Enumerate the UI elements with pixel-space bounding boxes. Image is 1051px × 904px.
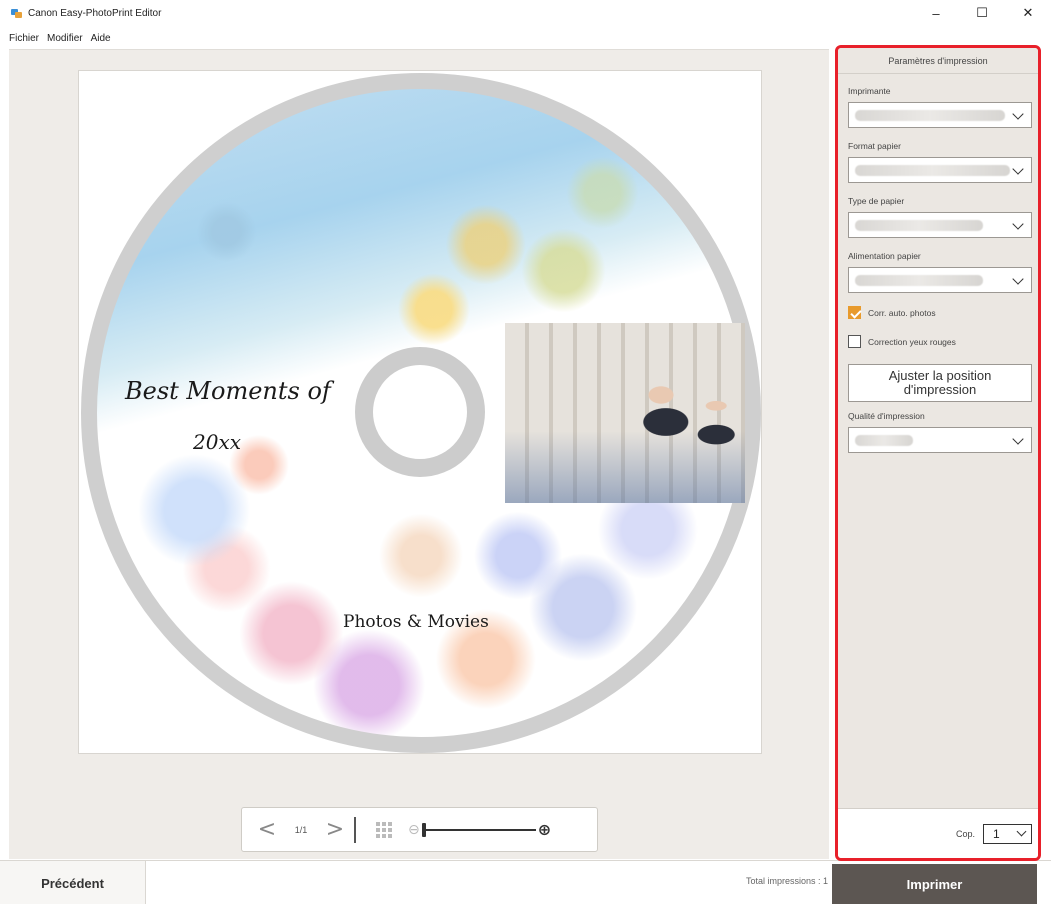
print-quality-value-blurred (855, 435, 913, 446)
chevron-down-icon (1012, 433, 1024, 445)
prev-page-button[interactable]: < (248, 818, 286, 841)
paper-type-label: Type de papier (848, 196, 905, 206)
printer-select[interactable] (848, 102, 1032, 128)
disc-title-line1[interactable]: Best Moments of (125, 377, 331, 405)
paper-source-select[interactable] (848, 267, 1032, 293)
navigator-divider (354, 816, 356, 843)
red-eye-label: Correction yeux rouges (868, 336, 956, 347)
copies-label: Cop. (955, 828, 975, 839)
disc-center-hole (355, 347, 485, 477)
copies-select[interactable]: 1 (983, 823, 1032, 844)
bottom-bar: Précédent Total impressions : 1 Imprimer (0, 860, 1051, 904)
paper-size-select[interactable] (848, 157, 1032, 183)
menu-bar: Fichier Modifier Aide (0, 30, 111, 46)
chevron-down-icon (1012, 163, 1024, 175)
paper-source-label: Alimentation papier (848, 251, 921, 261)
app-icon (11, 8, 23, 18)
copies-row: Cop. 1 (838, 808, 1038, 858)
adjust-button-line2: d'impression (903, 382, 977, 397)
disc-photo-image[interactable] (505, 323, 745, 503)
copies-value: 1 (993, 826, 1000, 841)
menu-fichier[interactable]: Fichier (9, 33, 39, 44)
paper-type-value-blurred (855, 220, 983, 231)
printer-label: Imprimante (848, 86, 891, 96)
maximize-button[interactable]: ☐ (959, 0, 1005, 26)
chevron-down-icon (1012, 273, 1024, 285)
total-prints-text: Total impressions : 1 (745, 876, 828, 886)
print-button[interactable]: Imprimer (832, 864, 1037, 904)
disc-subtitle[interactable]: Photos & Movies (343, 612, 489, 632)
auto-correct-option[interactable]: Corr. auto. photos (848, 306, 1030, 319)
print-settings-panel: Paramètres d'impression Imprimante Forma… (835, 45, 1041, 861)
minimize-button[interactable]: – (913, 0, 959, 26)
next-page-button[interactable]: > (316, 818, 354, 841)
print-quality-select[interactable] (848, 427, 1032, 453)
title-bar: Canon Easy-PhotoPrint Editor – ☐ ✕ (0, 0, 1051, 26)
red-eye-option[interactable]: Correction yeux rouges (848, 335, 1030, 348)
paper-type-select[interactable] (848, 212, 1032, 238)
printer-value-blurred (855, 110, 1005, 121)
window-controls: – ☐ ✕ (913, 0, 1051, 26)
zoom-in-icon[interactable]: ⊕ (538, 820, 551, 840)
previous-button[interactable]: Précédent (0, 861, 146, 904)
panel-title: Paramètres d'impression (838, 48, 1038, 74)
auto-correct-label: Corr. auto. photos (868, 307, 936, 318)
menu-modifier[interactable]: Modifier (47, 33, 83, 44)
chevron-down-icon (1016, 826, 1027, 836)
zoom-slider[interactable] (421, 822, 536, 837)
window-title: Canon Easy-PhotoPrint Editor (28, 7, 162, 19)
grid-view-icon[interactable] (376, 821, 392, 838)
red-eye-checkbox[interactable] (848, 335, 861, 348)
zoom-slider-track (421, 828, 536, 831)
page-navigator: < 1/1 > ⊖ ⊕ (241, 807, 598, 852)
print-quality-label: Qualité d'impression (848, 411, 925, 421)
menu-aide[interactable]: Aide (91, 33, 111, 44)
close-button[interactable]: ✕ (1005, 0, 1051, 26)
adjust-button-line1: Ajuster la position (888, 368, 992, 383)
zoom-slider-thumb[interactable] (421, 822, 426, 837)
chevron-down-icon (1012, 108, 1024, 120)
adjust-print-position-button[interactable]: Ajuster la position d'impression (848, 364, 1032, 402)
disc-title-line2[interactable]: 20xx (193, 430, 241, 454)
chevron-down-icon (1012, 218, 1024, 230)
paper-size-label: Format papier (848, 141, 901, 151)
page-indicator: 1/1 (294, 824, 308, 835)
paper-size-value-blurred (855, 165, 1010, 176)
zoom-out-icon[interactable]: ⊖ (408, 821, 420, 838)
paper-source-value-blurred (855, 275, 983, 286)
auto-correct-checkbox[interactable] (848, 306, 861, 319)
